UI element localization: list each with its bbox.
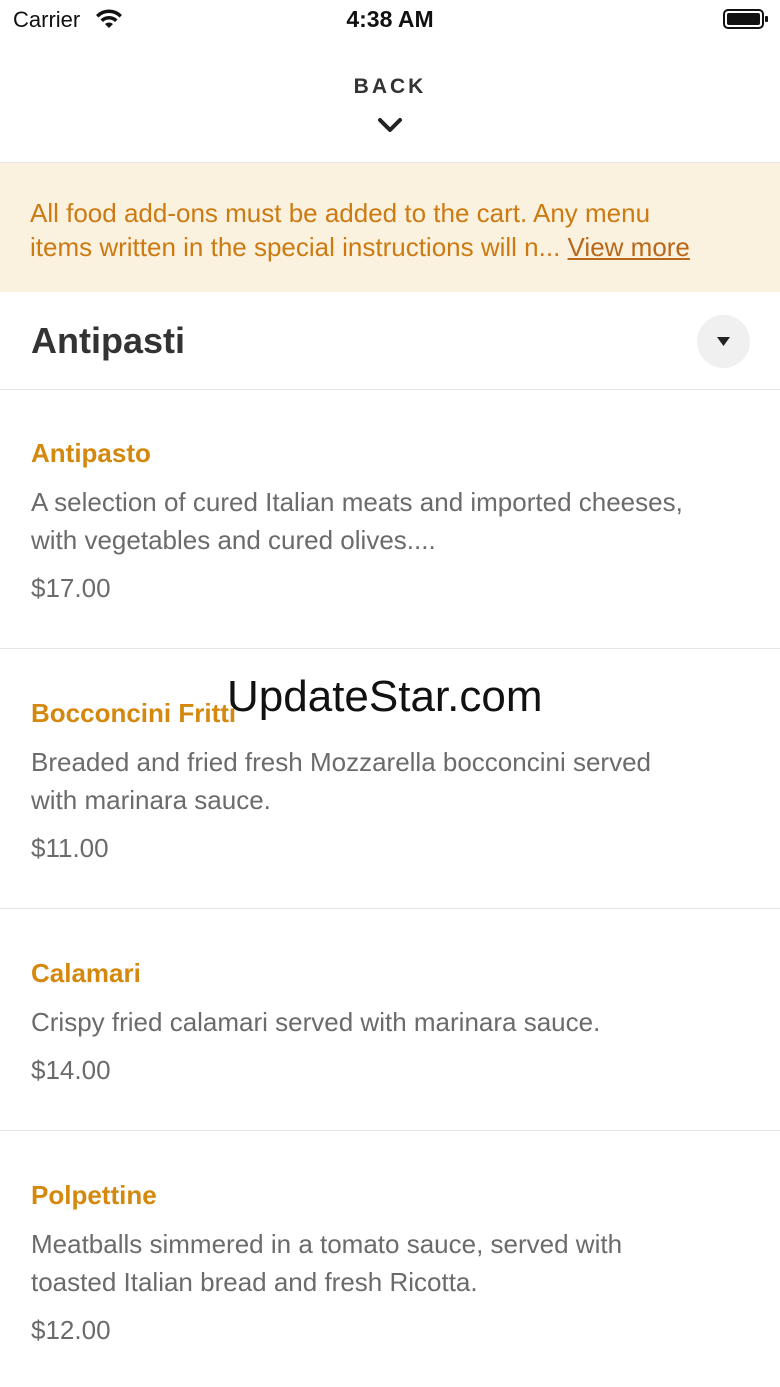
item-description-line: A selection of cured Italian meats and i… — [31, 487, 683, 517]
item-description: Crispy fried calamari served with marina… — [31, 1003, 751, 1041]
item-description-line: Breaded and fried fresh Mozzarella bocco… — [31, 747, 652, 777]
item-price: $12.00 — [31, 1315, 111, 1345]
chevron-down-icon[interactable] — [377, 116, 403, 134]
item-description-line: with marinara sauce. — [31, 785, 271, 815]
item-name: Antipasto — [31, 438, 151, 468]
menu-item[interactable]: Calamari Crispy fried calamari served wi… — [0, 909, 780, 1131]
item-name: Calamari — [31, 958, 141, 988]
collapse-section-button[interactable] — [697, 315, 750, 368]
clock: 4:38 AM — [346, 6, 434, 32]
caret-down-icon — [717, 337, 730, 346]
menu-item[interactable]: Antipasto A selection of cured Italian m… — [0, 389, 780, 649]
watermark: UpdateStar.com — [227, 672, 543, 721]
item-description-line: toasted Italian bread and fresh Ricotta. — [31, 1267, 478, 1297]
back-button[interactable]: BACK — [0, 75, 780, 99]
back-header[interactable]: BACK — [0, 40, 780, 163]
item-description-line: Crispy fried calamari served with marina… — [31, 1007, 601, 1037]
item-name: Polpettine — [31, 1180, 157, 1210]
status-bar: Carrier 4:38 AM — [0, 0, 780, 40]
item-description: Meatballs simmered in a tomato sauce, se… — [31, 1225, 751, 1301]
item-description-line: with vegetables and cured olives.... — [31, 525, 436, 555]
section-title: Antipasti — [31, 320, 186, 361]
item-price: $14.00 — [31, 1055, 111, 1085]
item-price: $11.00 — [31, 833, 109, 863]
item-name: Bocconcini Fritti — [31, 698, 237, 728]
section-header[interactable]: Antipasti — [0, 292, 780, 390]
item-description: A selection of cured Italian meats and i… — [31, 483, 751, 559]
notice-line-2: items written in the special instruction… — [30, 232, 561, 262]
item-price: $17.00 — [31, 573, 111, 603]
view-more-link[interactable]: View more — [568, 232, 690, 262]
battery-icon — [723, 9, 768, 29]
item-description-line: Meatballs simmered in a tomato sauce, se… — [31, 1229, 623, 1259]
menu-item[interactable]: Polpettine Meatballs simmered in a tomat… — [0, 1131, 780, 1387]
item-description: Breaded and fried fresh Mozzarella bocco… — [31, 743, 751, 819]
add-ons-notice: All food add-ons must be added to the ca… — [0, 163, 780, 292]
notice-line-1: All food add-ons must be added to the ca… — [30, 198, 651, 228]
